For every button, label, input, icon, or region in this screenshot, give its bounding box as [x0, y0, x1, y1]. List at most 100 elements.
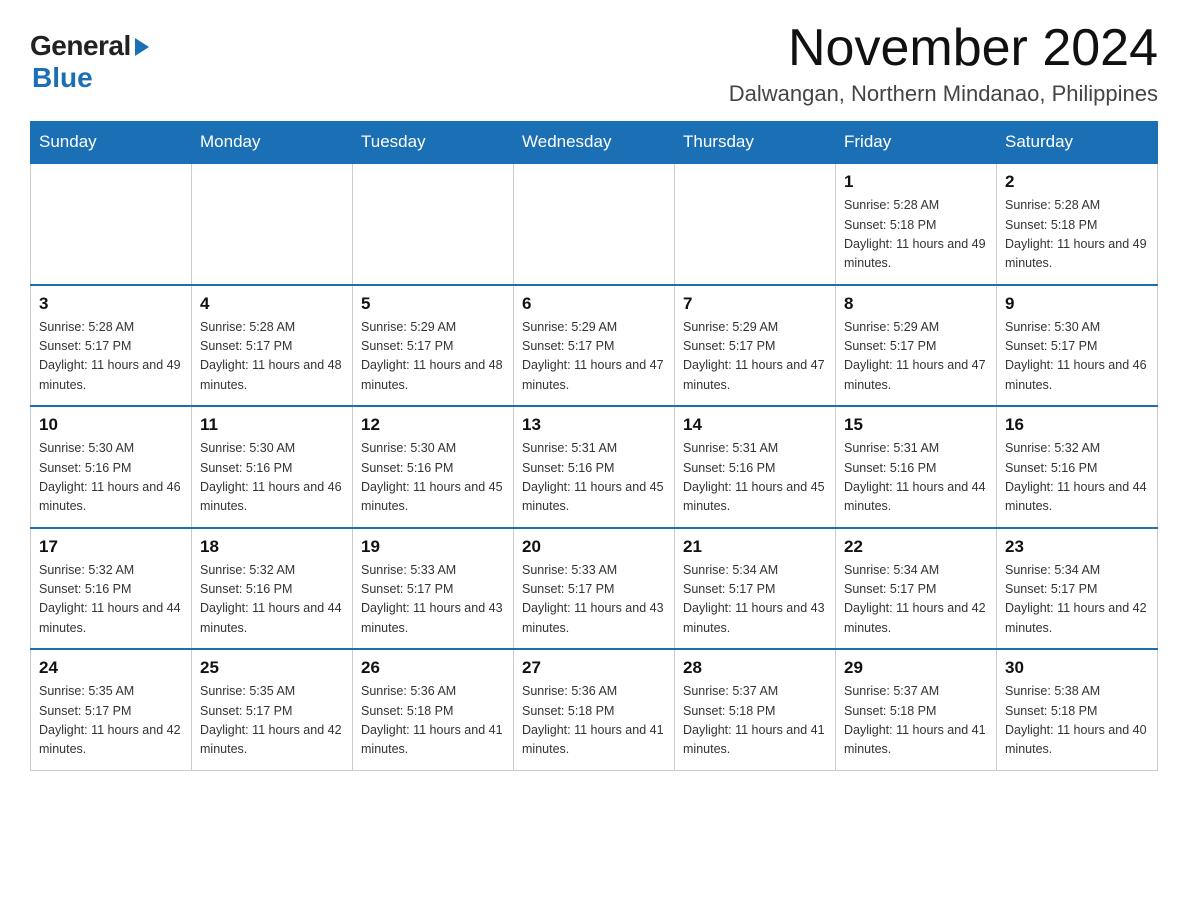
day-number: 11	[200, 415, 344, 435]
calendar-cell	[353, 163, 514, 285]
day-number: 18	[200, 537, 344, 557]
calendar-cell: 5 Sunrise: 5:29 AMSunset: 5:17 PMDaylight…	[353, 285, 514, 407]
calendar-body: 1 Sunrise: 5:28 AMSunset: 5:18 PMDaylight…	[31, 163, 1158, 770]
day-info: Sunrise: 5:33 AMSunset: 5:17 PMDaylight:…	[522, 561, 666, 639]
month-title: November 2024	[729, 20, 1158, 77]
weekday-header: Saturday	[997, 122, 1158, 164]
calendar-cell: 8Sunrise: 5:29 AMSunset: 5:17 PMDaylight…	[836, 285, 997, 407]
day-info: Sunrise: 5:36 AMSunset: 5:18 PMDaylight:…	[522, 682, 666, 760]
calendar-cell: 26 Sunrise: 5:36 AMSunset: 5:18 PMDayligh…	[353, 649, 514, 770]
logo: General Blue	[30, 30, 149, 94]
calendar-cell: 11 Sunrise: 5:30 AMSunset: 5:16 PMDayligh…	[192, 406, 353, 528]
calendar-cell: 22 Sunrise: 5:34 AMSunset: 5:17 PMDayligh…	[836, 528, 997, 650]
day-number: 19	[361, 537, 505, 557]
day-info: Sunrise: 5:30 AMSunset: 5:17 PMDaylight:…	[1005, 318, 1149, 396]
day-info: Sunrise: 5:30 AMSunset: 5:16 PMDaylight:…	[361, 439, 505, 517]
calendar-cell: 7Sunrise: 5:29 AMSunset: 5:17 PMDaylight…	[675, 285, 836, 407]
day-number: 10	[39, 415, 183, 435]
calendar-cell: 9 Sunrise: 5:30 AMSunset: 5:17 PMDaylight…	[997, 285, 1158, 407]
calendar-cell: 13 Sunrise: 5:31 AMSunset: 5:16 PMDayligh…	[514, 406, 675, 528]
day-info: Sunrise: 5:35 AMSunset: 5:17 PMDaylight:…	[200, 682, 344, 760]
calendar-cell: 10 Sunrise: 5:30 AMSunset: 5:16 PMDayligh…	[31, 406, 192, 528]
calendar-cell: 1 Sunrise: 5:28 AMSunset: 5:18 PMDaylight…	[836, 163, 997, 285]
calendar-cell: 25Sunrise: 5:35 AMSunset: 5:17 PMDayligh…	[192, 649, 353, 770]
day-info: Sunrise: 5:35 AMSunset: 5:17 PMDaylight:…	[39, 682, 183, 760]
day-number: 1	[844, 172, 988, 192]
day-number: 12	[361, 415, 505, 435]
day-info: Sunrise: 5:28 AMSunset: 5:17 PMDaylight:…	[39, 318, 183, 396]
calendar-cell: 27 Sunrise: 5:36 AMSunset: 5:18 PMDayligh…	[514, 649, 675, 770]
calendar-cell: 28 Sunrise: 5:37 AMSunset: 5:18 PMDayligh…	[675, 649, 836, 770]
day-number: 16	[1005, 415, 1149, 435]
calendar-cell: 16 Sunrise: 5:32 AMSunset: 5:16 PMDayligh…	[997, 406, 1158, 528]
calendar-cell: 17Sunrise: 5:32 AMSunset: 5:16 PMDayligh…	[31, 528, 192, 650]
location-subtitle: Dalwangan, Northern Mindanao, Philippine…	[729, 81, 1158, 107]
day-number: 20	[522, 537, 666, 557]
calendar-week-row: 24 Sunrise: 5:35 AMSunset: 5:17 PMDayligh…	[31, 649, 1158, 770]
day-number: 14	[683, 415, 827, 435]
day-number: 8	[844, 294, 988, 314]
calendar-week-row: 10 Sunrise: 5:30 AMSunset: 5:16 PMDayligh…	[31, 406, 1158, 528]
calendar-cell: 19 Sunrise: 5:33 AMSunset: 5:17 PMDayligh…	[353, 528, 514, 650]
calendar-week-row: 1 Sunrise: 5:28 AMSunset: 5:18 PMDaylight…	[31, 163, 1158, 285]
day-info: Sunrise: 5:31 AMSunset: 5:16 PMDaylight:…	[522, 439, 666, 517]
day-number: 26	[361, 658, 505, 678]
calendar-week-row: 3Sunrise: 5:28 AMSunset: 5:17 PMDaylight…	[31, 285, 1158, 407]
day-info: Sunrise: 5:32 AMSunset: 5:16 PMDaylight:…	[39, 561, 183, 639]
day-number: 27	[522, 658, 666, 678]
calendar-cell: 6Sunrise: 5:29 AMSunset: 5:17 PMDaylight…	[514, 285, 675, 407]
calendar-cell: 30 Sunrise: 5:38 AMSunset: 5:18 PMDayligh…	[997, 649, 1158, 770]
day-info: Sunrise: 5:29 AMSunset: 5:17 PMDaylight:…	[361, 318, 505, 396]
day-info: Sunrise: 5:30 AMSunset: 5:16 PMDaylight:…	[200, 439, 344, 517]
calendar-table: SundayMondayTuesdayWednesdayThursdayFrid…	[30, 121, 1158, 771]
day-info: Sunrise: 5:34 AMSunset: 5:17 PMDaylight:…	[683, 561, 827, 639]
calendar-header: SundayMondayTuesdayWednesdayThursdayFrid…	[31, 122, 1158, 164]
day-info: Sunrise: 5:30 AMSunset: 5:16 PMDaylight:…	[39, 439, 183, 517]
day-number: 5	[361, 294, 505, 314]
day-info: Sunrise: 5:33 AMSunset: 5:17 PMDaylight:…	[361, 561, 505, 639]
calendar-cell	[31, 163, 192, 285]
day-number: 13	[522, 415, 666, 435]
day-info: Sunrise: 5:28 AMSunset: 5:18 PMDaylight:…	[844, 196, 988, 274]
weekday-header: Tuesday	[353, 122, 514, 164]
logo-blue-text: Blue	[32, 62, 93, 94]
day-info: Sunrise: 5:28 AMSunset: 5:18 PMDaylight:…	[1005, 196, 1149, 274]
day-number: 30	[1005, 658, 1149, 678]
day-number: 7	[683, 294, 827, 314]
logo-general-text: General	[30, 30, 131, 62]
day-number: 28	[683, 658, 827, 678]
day-info: Sunrise: 5:32 AMSunset: 5:16 PMDaylight:…	[1005, 439, 1149, 517]
calendar-cell: 20 Sunrise: 5:33 AMSunset: 5:17 PMDayligh…	[514, 528, 675, 650]
calendar-cell: 18Sunrise: 5:32 AMSunset: 5:16 PMDayligh…	[192, 528, 353, 650]
weekday-header: Wednesday	[514, 122, 675, 164]
calendar-cell	[675, 163, 836, 285]
day-info: Sunrise: 5:37 AMSunset: 5:18 PMDaylight:…	[844, 682, 988, 760]
weekday-header: Monday	[192, 122, 353, 164]
calendar-cell: 21Sunrise: 5:34 AMSunset: 5:17 PMDayligh…	[675, 528, 836, 650]
day-info: Sunrise: 5:34 AMSunset: 5:17 PMDaylight:…	[844, 561, 988, 639]
weekday-header: Friday	[836, 122, 997, 164]
day-info: Sunrise: 5:31 AMSunset: 5:16 PMDaylight:…	[844, 439, 988, 517]
weekday-header: Thursday	[675, 122, 836, 164]
day-number: 4	[200, 294, 344, 314]
day-number: 23	[1005, 537, 1149, 557]
header: General Blue November 2024 Dalwangan, No…	[30, 20, 1158, 107]
calendar-week-row: 17Sunrise: 5:32 AMSunset: 5:16 PMDayligh…	[31, 528, 1158, 650]
day-number: 2	[1005, 172, 1149, 192]
calendar-cell: 29Sunrise: 5:37 AMSunset: 5:18 PMDayligh…	[836, 649, 997, 770]
day-info: Sunrise: 5:38 AMSunset: 5:18 PMDaylight:…	[1005, 682, 1149, 760]
calendar-cell	[514, 163, 675, 285]
logo-triangle-icon	[135, 38, 149, 56]
day-number: 24	[39, 658, 183, 678]
calendar-cell: 3Sunrise: 5:28 AMSunset: 5:17 PMDaylight…	[31, 285, 192, 407]
calendar-cell: 12 Sunrise: 5:30 AMSunset: 5:16 PMDayligh…	[353, 406, 514, 528]
day-info: Sunrise: 5:37 AMSunset: 5:18 PMDaylight:…	[683, 682, 827, 760]
day-info: Sunrise: 5:31 AMSunset: 5:16 PMDaylight:…	[683, 439, 827, 517]
day-number: 22	[844, 537, 988, 557]
calendar-cell: 2 Sunrise: 5:28 AMSunset: 5:18 PMDaylight…	[997, 163, 1158, 285]
title-area: November 2024 Dalwangan, Northern Mindan…	[729, 20, 1158, 107]
calendar-cell	[192, 163, 353, 285]
day-info: Sunrise: 5:36 AMSunset: 5:18 PMDaylight:…	[361, 682, 505, 760]
day-number: 9	[1005, 294, 1149, 314]
calendar-cell: 23Sunrise: 5:34 AMSunset: 5:17 PMDayligh…	[997, 528, 1158, 650]
